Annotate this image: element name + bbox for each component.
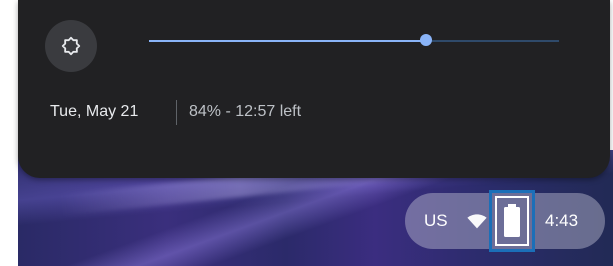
clock[interactable]: 4:43 xyxy=(545,211,578,231)
brightness-icon xyxy=(61,36,81,56)
battery-icon[interactable] xyxy=(503,204,521,238)
divider xyxy=(176,100,177,125)
quick-settings-panel: Tue, May 21 84% - 12:57 left xyxy=(18,0,610,178)
wifi-icon xyxy=(467,214,487,229)
date-label[interactable]: Tue, May 21 xyxy=(50,103,138,121)
keyboard-language[interactable]: US xyxy=(424,211,448,231)
battery-status-label: 84% - 12:57 left xyxy=(189,103,302,120)
brightness-slider[interactable] xyxy=(149,34,559,46)
screen: Tue, May 21 84% - 12:57 left US 4:43 xyxy=(0,0,613,266)
brightness-slider-thumb[interactable] xyxy=(419,34,432,46)
brightness-slider-fill xyxy=(149,40,426,42)
brightness-button[interactable] xyxy=(45,20,97,72)
